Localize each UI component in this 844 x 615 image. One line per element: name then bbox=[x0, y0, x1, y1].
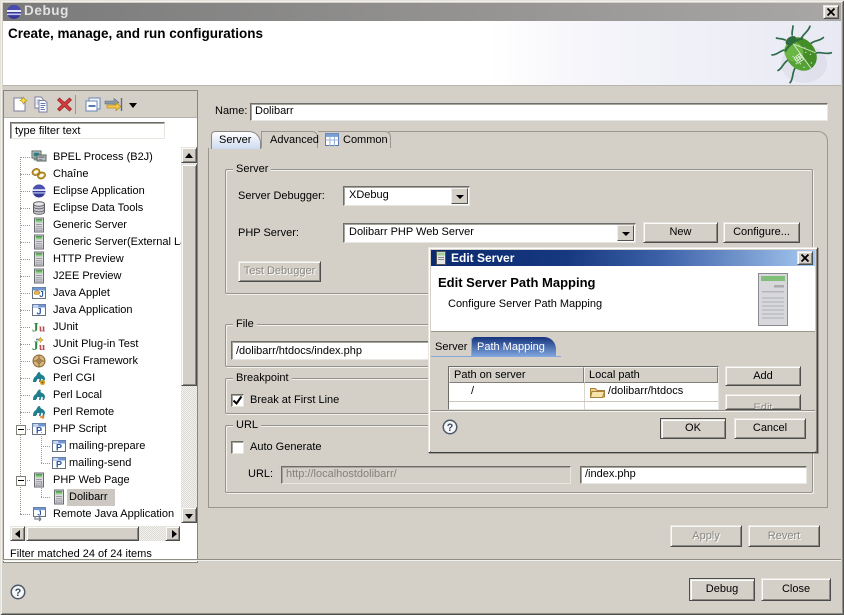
svg-text:?: ? bbox=[15, 587, 22, 599]
svg-text:?: ? bbox=[447, 422, 454, 434]
svg-text:P: P bbox=[56, 443, 62, 453]
svg-text:P: P bbox=[56, 460, 62, 470]
svg-text:J: J bbox=[32, 320, 39, 335]
svg-text:J: J bbox=[37, 509, 41, 518]
svg-text:u: u bbox=[39, 341, 45, 352]
svg-text:u: u bbox=[39, 323, 45, 335]
svg-text:J: J bbox=[39, 290, 43, 299]
svg-text:J: J bbox=[36, 307, 41, 317]
